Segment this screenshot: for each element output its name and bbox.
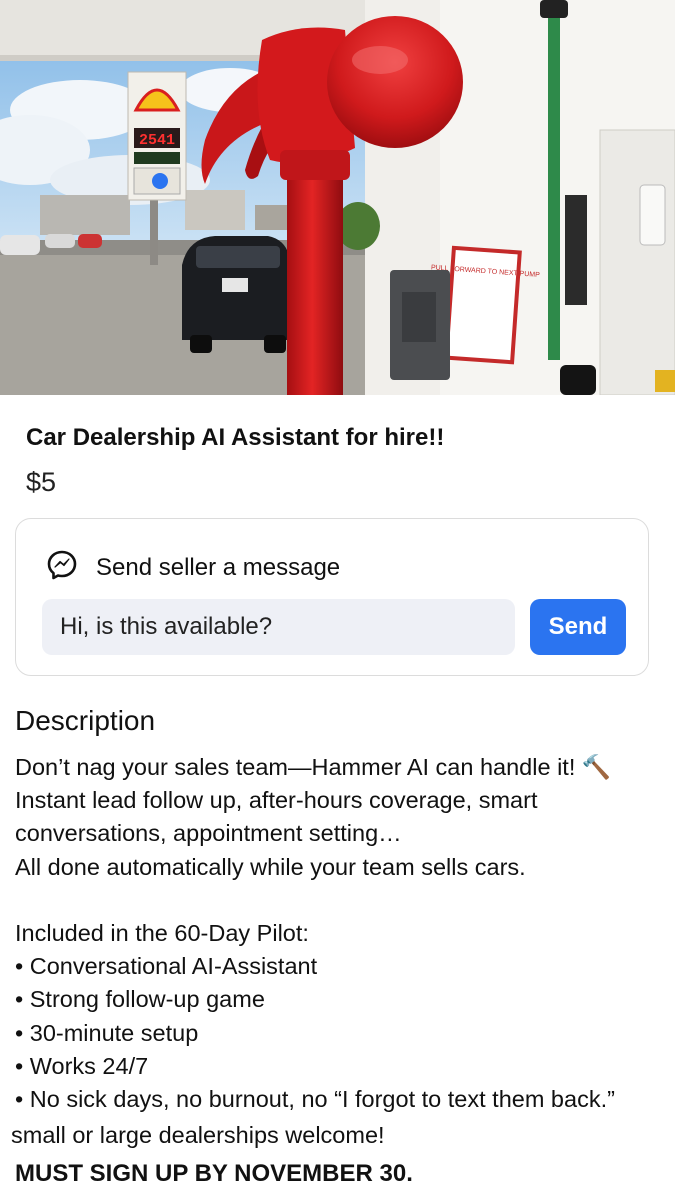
description-body: Don’t nag your sales team—Hammer AI can … xyxy=(15,751,670,1116)
message-seller-header: Send seller a message xyxy=(46,549,340,586)
included-heading: Included in the 60-Day Pilot: xyxy=(15,919,309,946)
listing-price: $5 xyxy=(26,467,57,497)
feature-bullet: • No sick days, no burnout, no “I forgot… xyxy=(15,1085,615,1112)
closing-line: small or large dealerships welcome! xyxy=(11,1122,385,1148)
description-line: Instant lead follow up, after-hours cove… xyxy=(15,787,538,814)
feature-bullet: • Strong follow-up game xyxy=(15,986,265,1013)
signup-deadline: MUST SIGN UP BY NOVEMBER 30. xyxy=(15,1160,413,1187)
feature-bullet: • Conversational AI-Assistant xyxy=(15,953,318,980)
feature-bullet: • Works 24/7 xyxy=(15,1052,149,1079)
description-line: conversations, appointment setting… xyxy=(15,820,402,847)
message-input[interactable]: Hi, is this available? xyxy=(42,599,515,655)
description-line: Don’t nag your sales team—Hammer AI can … xyxy=(15,754,612,780)
message-input-value: Hi, is this available? xyxy=(60,613,273,640)
description-heading: Description xyxy=(15,705,156,736)
send-button[interactable]: Send xyxy=(530,599,626,655)
description-line: All done automatically while your team s… xyxy=(15,853,526,880)
station-price-sign: 2541 xyxy=(139,132,175,149)
message-seller-card: Send seller a message Hi, is this availa… xyxy=(15,518,649,676)
listing-photo[interactable]: 2541 PULL FORWARD TO NEXT PUMP xyxy=(0,0,675,395)
message-seller-heading: Send seller a message xyxy=(96,553,341,581)
messenger-icon xyxy=(46,549,78,586)
feature-bullet: • 30-minute setup xyxy=(15,1019,199,1046)
listing-title: Car Dealership AI Assistant for hire!! xyxy=(26,424,445,451)
